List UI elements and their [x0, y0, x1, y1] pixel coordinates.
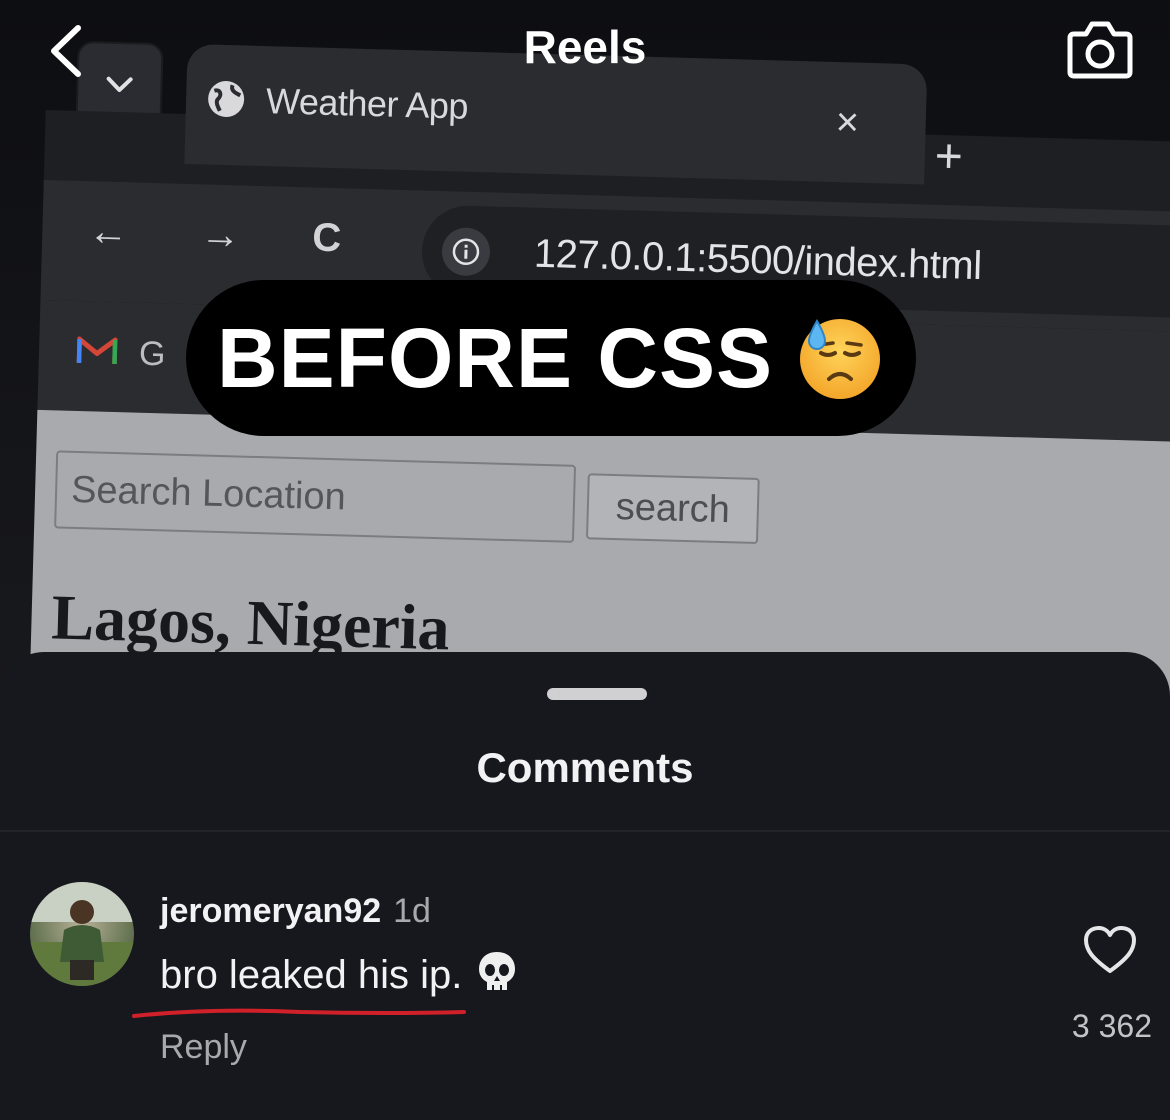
chevron-down-icon	[106, 76, 133, 93]
downcast-face-with-sweat-icon	[800, 318, 881, 399]
caption-text: BEFORE CSS	[216, 310, 774, 405]
comment-item: jeromeryan92 1d bro leaked his ip. Reply …	[0, 832, 1170, 1120]
new-tab-button[interactable]: +	[934, 130, 964, 184]
like-count: 3 362	[1071, 1008, 1152, 1044]
info-icon[interactable]	[441, 227, 491, 277]
tab-title: Weather App	[265, 80, 469, 127]
forward-arrow-icon[interactable]: →	[200, 212, 241, 257]
camera-icon[interactable]	[1066, 18, 1134, 80]
comments-title: Comments	[476, 744, 694, 791]
caption-sticker: BEFORE CSS	[186, 280, 916, 436]
heart-icon[interactable]	[1082, 924, 1138, 976]
bookmark-label[interactable]: G	[138, 335, 166, 375]
avatar[interactable]	[30, 882, 134, 986]
search-location-input[interactable]: Search Location	[54, 450, 577, 543]
search-button[interactable]: search	[585, 473, 760, 545]
back-arrow-icon[interactable]: ←	[88, 209, 129, 254]
page-title: Reels	[523, 21, 647, 73]
comment-username[interactable]: jeromeryan92 1d	[160, 892, 431, 931]
drag-handle[interactable]	[547, 688, 647, 700]
gmail-icon[interactable]	[76, 335, 118, 366]
comment-time: 1d	[393, 892, 431, 930]
username-text[interactable]: jeromeryan92	[160, 892, 381, 930]
skull-icon	[479, 952, 516, 990]
comment-text: bro leaked his ip.	[160, 953, 463, 997]
red-underline-annotation	[132, 1008, 466, 1018]
comment-body: bro leaked his ip.	[160, 950, 518, 998]
comments-sheet: Comments jeromeryan92 1d bro leaked his i…	[0, 652, 1170, 1120]
close-tab-icon[interactable]: ×	[835, 100, 860, 145]
globe-icon	[208, 81, 245, 118]
reload-icon[interactable]: C	[312, 215, 342, 260]
reply-button[interactable]: Reply	[160, 1028, 247, 1067]
